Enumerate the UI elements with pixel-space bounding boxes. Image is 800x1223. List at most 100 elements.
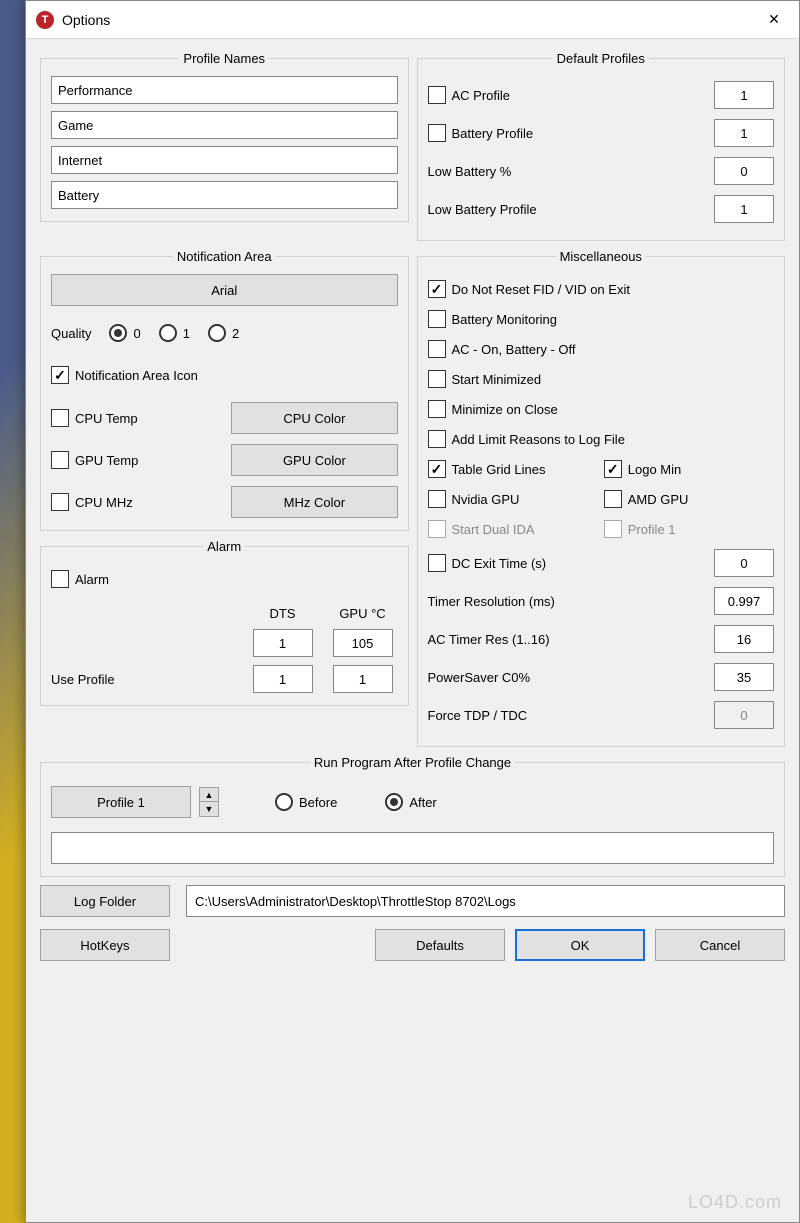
close-icon[interactable]: ✕	[751, 4, 797, 36]
gpu-color-button[interactable]: GPU Color	[231, 444, 397, 476]
run-profile-spinner[interactable]: ▲ ▼	[199, 787, 219, 817]
ok-button[interactable]: OK	[515, 929, 645, 961]
battery-profile-value[interactable]: 1	[714, 119, 774, 147]
profile-name-4[interactable]	[51, 181, 398, 209]
profile-names-legend: Profile Names	[179, 51, 269, 66]
alarm-checkbox[interactable]	[51, 570, 69, 588]
before-radio[interactable]	[275, 793, 293, 811]
low-battery-profile-label: Low Battery Profile	[428, 202, 537, 217]
gpu-temp-checkbox[interactable]	[51, 451, 69, 469]
gpu-temp-label: GPU Temp	[75, 453, 138, 468]
cpu-mhz-label: CPU MHz	[75, 495, 133, 510]
tray-icon-label: Notification Area Icon	[75, 368, 198, 383]
notification-area-group: Notification Area Arial Quality 0 1 2 No…	[40, 249, 409, 531]
mhz-color-button[interactable]: MHz Color	[231, 486, 397, 518]
alarm-group: Alarm Alarm DTS GPU °C 1 105	[40, 539, 409, 706]
use-profile-dts[interactable]: 1	[253, 665, 313, 693]
cpu-temp-checkbox[interactable]	[51, 409, 69, 427]
powersaver-value[interactable]: 35	[714, 663, 774, 691]
quality-1-radio[interactable]	[159, 324, 177, 342]
use-profile-gpu[interactable]: 1	[333, 665, 393, 693]
cpu-mhz-checkbox[interactable]	[51, 493, 69, 511]
run-program-group: Run Program After Profile Change Profile…	[40, 755, 785, 877]
start-minimized-label: Start Minimized	[452, 372, 542, 387]
profile-name-1[interactable]	[51, 76, 398, 104]
watermark: LO4D.com	[688, 1192, 782, 1213]
run-program-legend: Run Program After Profile Change	[310, 755, 515, 770]
quality-1-label: 1	[183, 326, 190, 341]
profile1-label: Profile 1	[628, 522, 676, 537]
ac-profile-value[interactable]: 1	[714, 81, 774, 109]
cancel-button[interactable]: Cancel	[655, 929, 785, 961]
timer-res-label: Timer Resolution (ms)	[428, 594, 555, 609]
low-battery-pct-label: Low Battery %	[428, 164, 512, 179]
default-profiles-group: Default Profiles AC Profile 1 Battery Pr…	[417, 51, 786, 241]
battery-monitoring-label: Battery Monitoring	[452, 312, 558, 327]
log-folder-button[interactable]: Log Folder	[40, 885, 170, 917]
log-folder-path[interactable]: C:\Users\Administrator\Desktop\ThrottleS…	[186, 885, 785, 917]
spinner-down-icon[interactable]: ▼	[200, 802, 218, 816]
miscellaneous-legend: Miscellaneous	[556, 249, 646, 264]
dts-header: DTS	[248, 606, 318, 621]
title-bar: T Options ✕	[26, 1, 799, 39]
font-button[interactable]: Arial	[51, 274, 398, 306]
alarm-gpu-value[interactable]: 105	[333, 629, 393, 657]
start-minimized-checkbox[interactable]	[428, 370, 446, 388]
run-profile-button[interactable]: Profile 1	[51, 786, 191, 818]
ac-timer-res-value[interactable]: 16	[714, 625, 774, 653]
logo-min-checkbox[interactable]	[604, 460, 622, 478]
notification-area-legend: Notification Area	[173, 249, 276, 264]
ac-on-bat-off-checkbox[interactable]	[428, 340, 446, 358]
battery-monitoring-checkbox[interactable]	[428, 310, 446, 328]
ac-timer-res-label: AC Timer Res (1..16)	[428, 632, 550, 647]
no-reset-fid-label: Do Not Reset FID / VID on Exit	[452, 282, 630, 297]
minimize-on-close-checkbox[interactable]	[428, 400, 446, 418]
options-window: T Options ✕ Profile Names Default Profil…	[25, 0, 800, 1223]
alarm-legend: Alarm	[203, 539, 245, 554]
default-profiles-legend: Default Profiles	[553, 51, 649, 66]
quality-label: Quality	[51, 326, 91, 341]
ac-profile-checkbox[interactable]	[428, 86, 446, 104]
low-battery-profile-value[interactable]: 1	[714, 195, 774, 223]
before-label: Before	[299, 795, 337, 810]
dual-ida-checkbox	[428, 520, 446, 538]
after-label: After	[409, 795, 436, 810]
window-title: Options	[62, 12, 751, 28]
cpu-color-button[interactable]: CPU Color	[231, 402, 397, 434]
no-reset-fid-checkbox[interactable]	[428, 280, 446, 298]
amd-gpu-checkbox[interactable]	[604, 490, 622, 508]
limit-reasons-checkbox[interactable]	[428, 430, 446, 448]
profile-name-2[interactable]	[51, 111, 398, 139]
run-program-path[interactable]	[51, 832, 774, 864]
profile-name-3[interactable]	[51, 146, 398, 174]
nvidia-gpu-checkbox[interactable]	[428, 490, 446, 508]
powersaver-label: PowerSaver C0%	[428, 670, 531, 685]
alarm-dts-value[interactable]: 1	[253, 629, 313, 657]
grid-lines-label: Table Grid Lines	[452, 462, 546, 477]
hotkeys-button[interactable]: HotKeys	[40, 929, 170, 961]
after-radio[interactable]	[385, 793, 403, 811]
quality-2-radio[interactable]	[208, 324, 226, 342]
gpu-c-header: GPU °C	[328, 606, 398, 621]
grid-lines-checkbox[interactable]	[428, 460, 446, 478]
dc-exit-value[interactable]: 0	[714, 549, 774, 577]
ac-profile-label: AC Profile	[452, 88, 511, 103]
defaults-button[interactable]: Defaults	[375, 929, 505, 961]
dc-exit-label: DC Exit Time (s)	[452, 556, 547, 571]
app-icon: T	[36, 11, 54, 29]
profile-names-group: Profile Names	[40, 51, 409, 222]
spinner-up-icon[interactable]: ▲	[200, 788, 218, 802]
ac-on-bat-off-label: AC - On, Battery - Off	[452, 342, 576, 357]
quality-0-label: 0	[133, 326, 140, 341]
quality-0-radio[interactable]	[109, 324, 127, 342]
battery-profile-label: Battery Profile	[452, 126, 534, 141]
force-tdp-label: Force TDP / TDC	[428, 708, 528, 723]
battery-profile-checkbox[interactable]	[428, 124, 446, 142]
timer-res-value[interactable]: 0.997	[714, 587, 774, 615]
dc-exit-checkbox[interactable]	[428, 554, 446, 572]
use-profile-label: Use Profile	[51, 672, 115, 687]
profile1-checkbox	[604, 520, 622, 538]
low-battery-pct-value[interactable]: 0	[714, 157, 774, 185]
miscellaneous-group: Miscellaneous Do Not Reset FID / VID on …	[417, 249, 786, 747]
tray-icon-checkbox[interactable]	[51, 366, 69, 384]
